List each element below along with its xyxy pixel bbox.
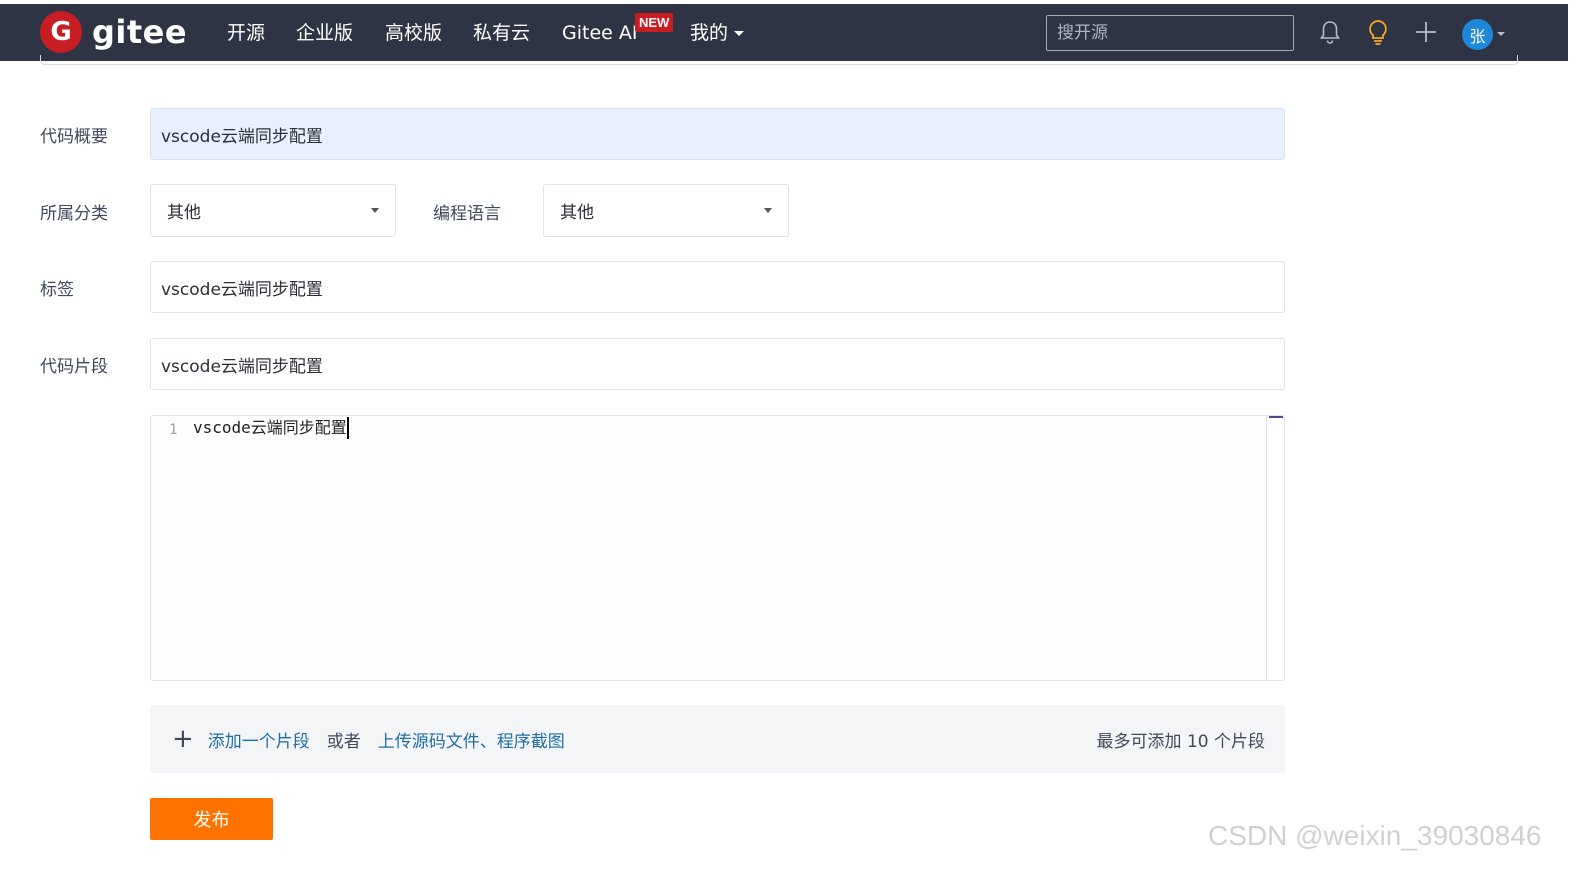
plus-icon[interactable] xyxy=(1411,17,1441,47)
dropdown-arrow-icon xyxy=(371,208,379,213)
tags-label: 标签 xyxy=(40,280,74,300)
nav-item-gitee-ai[interactable]: Gitee AI xyxy=(562,20,637,46)
line-number: 1 xyxy=(169,422,178,438)
language-select[interactable]: 其他 xyxy=(543,184,789,237)
tags-input[interactable]: vscode云端同步配置 xyxy=(150,261,1285,313)
nav-item-education[interactable]: 高校版 xyxy=(385,20,442,46)
search-input[interactable] xyxy=(1046,15,1294,51)
summary-input[interactable]: vscode云端同步配置 xyxy=(150,108,1285,160)
text-cursor xyxy=(346,417,349,439)
language-select-value: 其他 xyxy=(560,203,594,223)
category-select-value: 其他 xyxy=(167,203,201,223)
snippet-label: 代码片段 xyxy=(40,357,108,377)
plus-icon[interactable]: + xyxy=(172,726,194,752)
code-line: vscode云端同步配置 xyxy=(193,417,349,439)
gitee-logo-text: gitee xyxy=(92,13,188,51)
chevron-down-icon[interactable] xyxy=(1497,32,1505,36)
dropdown-arrow-icon xyxy=(764,208,772,213)
editor-scrollbar[interactable] xyxy=(1266,416,1284,680)
category-label: 所属分类 xyxy=(40,204,108,224)
code-editor[interactable]: 1 vscode云端同步配置 xyxy=(150,415,1285,681)
new-badge: NEW xyxy=(635,13,674,32)
nav-item-mine[interactable]: 我的 xyxy=(690,20,745,46)
watermark: CSDN @weixin_39030846 xyxy=(1208,820,1542,851)
language-label: 编程语言 xyxy=(433,204,501,224)
avatar[interactable]: 张 xyxy=(1462,19,1493,50)
category-select[interactable]: 其他 xyxy=(150,184,396,237)
summary-input-value: vscode云端同步配置 xyxy=(161,126,323,147)
code-line-text: vscode云端同步配置 xyxy=(193,418,347,437)
gitee-logo[interactable]: G gitee xyxy=(40,11,187,53)
summary-label: 代码概要 xyxy=(40,127,108,147)
upload-files-link[interactable]: 上传源码文件、程序截图 xyxy=(378,727,565,752)
panel-edge xyxy=(40,55,1518,65)
or-text: 或者 xyxy=(326,731,361,752)
snippet-filename-input[interactable]: vscode云端同步配置 xyxy=(150,338,1285,390)
nav-item-open-source[interactable]: 开源 xyxy=(227,20,265,46)
add-snippet-link[interactable]: 添加一个片段 xyxy=(208,727,310,752)
nav-item-enterprise[interactable]: 企业版 xyxy=(296,20,353,46)
gitee-logo-icon: G xyxy=(40,11,82,53)
nav-item-mine-label: 我的 xyxy=(690,22,729,44)
scrollbar-thumb[interactable] xyxy=(1269,416,1283,418)
snippet-actions-bar: + 添加一个片段 或者 上传源码文件、程序截图 最多可添加 10 个片段 xyxy=(150,705,1285,773)
top-navbar: G gitee 开源 企业版 高校版 私有云 Gitee AI NEW 我的 张 xyxy=(0,4,1568,61)
publish-button[interactable]: 发布 xyxy=(150,798,273,840)
tags-input-value: vscode云端同步配置 xyxy=(161,279,323,300)
snippet-filename-value: vscode云端同步配置 xyxy=(161,356,323,377)
snippet-limit-text: 最多可添加 10 个片段 xyxy=(1096,731,1265,752)
nav-item-private-cloud[interactable]: 私有云 xyxy=(473,20,530,46)
chevron-down-icon xyxy=(734,31,745,36)
lightbulb-icon[interactable] xyxy=(1363,17,1393,47)
bell-icon[interactable] xyxy=(1315,17,1345,47)
